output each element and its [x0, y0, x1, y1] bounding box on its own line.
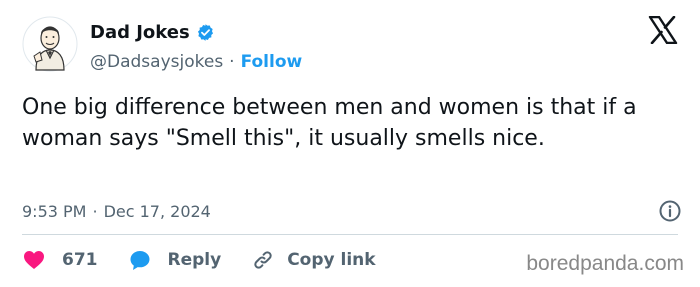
follow-button[interactable]: Follow [241, 52, 303, 72]
like-button[interactable]: 671 [22, 248, 128, 272]
info-icon[interactable] [658, 199, 682, 223]
divider [22, 234, 678, 235]
verified-badge-icon [197, 23, 213, 41]
name-row: Dad Jokes [90, 20, 302, 44]
copy-link-button[interactable]: Copy link [251, 248, 376, 272]
tweet-time[interactable]: 9:53 PM [22, 202, 86, 221]
reply-bubble-icon [130, 251, 149, 270]
heart-icon [24, 251, 44, 269]
reply-label: Reply [167, 250, 222, 270]
avatar[interactable] [22, 16, 78, 72]
reply-button[interactable]: Reply [128, 248, 252, 272]
tweet-text: One big difference between men and women… [22, 95, 637, 151]
x-logo-icon[interactable] [648, 16, 678, 44]
tweet-header: Dad Jokes @Dadsaysjokes · Follow [22, 14, 682, 74]
like-count: 671 [62, 250, 98, 270]
copy-link-label: Copy link [287, 250, 376, 270]
meta-separator: · [92, 201, 98, 221]
handle-row: @Dadsaysjokes · Follow [90, 50, 302, 74]
tweet-date[interactable]: Dec 17, 2024 [104, 202, 211, 221]
link-icon [254, 251, 272, 269]
watermark: boredpanda.com [526, 252, 684, 275]
author-block: Dad Jokes @Dadsaysjokes · Follow [90, 20, 302, 74]
display-name[interactable]: Dad Jokes [90, 22, 190, 43]
tweet-meta: 9:53 PM · Dec 17, 2024 [22, 198, 682, 224]
action-bar: 671 Reply Copy link [22, 246, 376, 274]
author-handle[interactable]: @Dadsaysjokes [90, 52, 223, 72]
handle-separator: · [229, 52, 235, 72]
